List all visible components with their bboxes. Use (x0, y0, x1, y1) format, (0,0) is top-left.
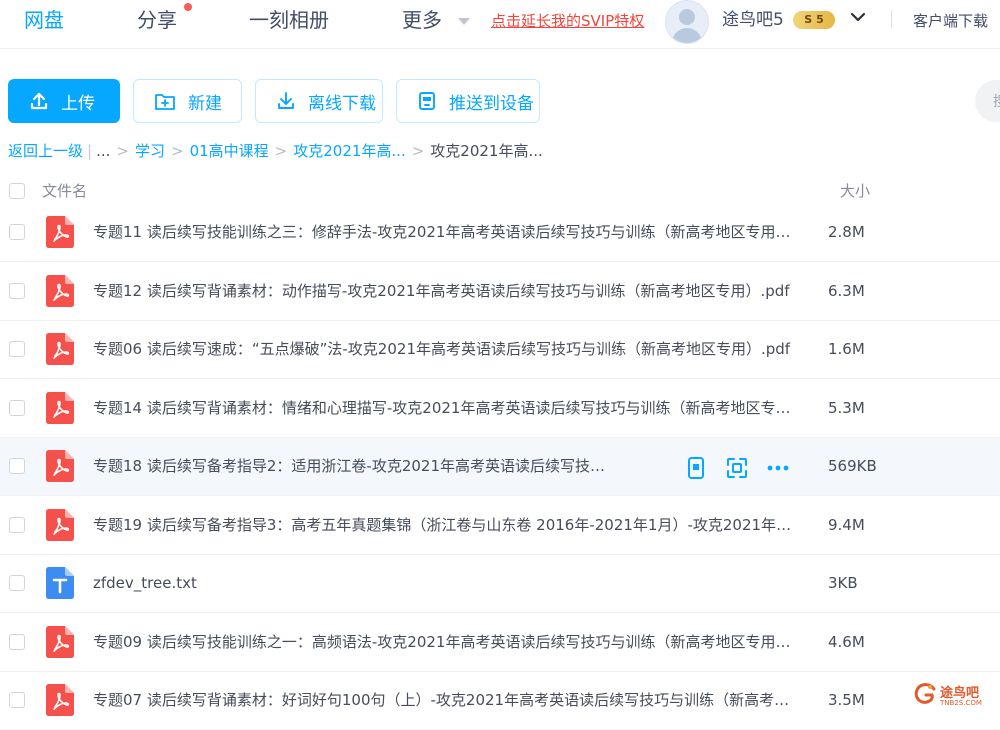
file-name[interactable]: zfdev_tree.txt (93, 573, 795, 593)
txt-file-icon (46, 567, 74, 599)
push-to-device-label: 推送到设备 (449, 93, 534, 114)
nav-divider (891, 10, 892, 28)
file-name[interactable]: 专题09 读后续写技能训练之一：高频语法-攻克2021年高考英语读后续写技巧与训… (93, 632, 795, 652)
notification-dot (184, 3, 192, 11)
file-size: 5.3M (828, 398, 865, 417)
file-name[interactable]: 专题11 读后续写技能训练之三：修辞手法-攻克2021年高考英语读后续写技巧与训… (93, 222, 795, 242)
row-checkbox[interactable] (9, 282, 25, 299)
vip-level-badge: S 5 (793, 11, 835, 29)
pdf-file-icon (46, 450, 74, 482)
file-size: 9.4M (828, 515, 865, 534)
file-size: 6.3M (828, 281, 865, 300)
breadcrumb-back[interactable]: 返回上一级 (8, 142, 83, 160)
file-name[interactable]: 专题19 读后续写备考指导3：高考五年真题集锦（浙江卷与山东卷 2016年-20… (93, 515, 795, 535)
file-row[interactable]: 专题11 读后续写技能训练之三：修辞手法-攻克2021年高考英语读后续写技巧与训… (0, 204, 1000, 262)
breadcrumb-item[interactable]: 攻克2021年高... (293, 142, 405, 160)
new-label: 新建 (188, 93, 222, 114)
nav-tab-netdisk[interactable]: 网盘 (24, 6, 64, 34)
avatar[interactable] (665, 0, 709, 44)
file-name[interactable]: 专题07 读后续写背诵素材：好词好句100句（上）-攻克2021年高考英语读后续… (93, 690, 795, 710)
offline-download-button[interactable]: 离线下载 (255, 79, 383, 123)
row-checkbox[interactable] (9, 399, 25, 416)
pdf-file-icon (46, 391, 74, 424)
breadcrumb-divider: | (87, 142, 93, 160)
pdf-file-icon (46, 684, 74, 716)
column-header-name[interactable]: 文件名 (42, 180, 87, 201)
breadcrumb: 返回上一级 |... > 学习 >01高中课程 > 攻克2021年高... > 攻克2021年高… (8, 140, 543, 162)
vip-s-icon: S (804, 13, 813, 26)
file-row[interactable]: 专题09 读后续写技能训练之一：高频语法-攻克2021年高考英语读后续写技巧与训… (0, 614, 1000, 672)
row-checkbox[interactable] (9, 575, 25, 591)
nav-tab-more[interactable]: 更多 (402, 6, 442, 34)
push-to-device-icon[interactable] (684, 456, 708, 480)
download-icon (278, 92, 294, 109)
row-checkbox[interactable] (9, 692, 25, 708)
breadcrumb-separator-icon: > (170, 142, 184, 160)
username[interactable]: 途鸟吧5 (722, 8, 784, 32)
file-row[interactable]: 专题14 读后续写背诵素材：情绪和心理描写-攻克2021年高考英语读后续写技巧与… (0, 380, 1000, 438)
breadcrumb-current: 攻克2021年高... (430, 142, 543, 160)
more-icon[interactable] (766, 456, 790, 480)
file-size: 3.5M (828, 691, 865, 709)
breadcrumb-separator-icon: > (411, 142, 425, 160)
breadcrumb-separator-icon: > (116, 142, 129, 160)
upload-icon (30, 92, 48, 110)
file-size: 4.6M (828, 632, 865, 651)
pdf-file-icon (46, 216, 74, 248)
offline-download-label: 离线下载 (308, 93, 376, 114)
file-name[interactable]: 专题14 读后续写背诵素材：情绪和心理描写-攻克2021年高考英语读后续写技巧与… (93, 398, 795, 418)
search-placeholder: 搜 (993, 91, 1000, 111)
file-name[interactable]: 专题12 读后续写背诵素材：动作描写-攻克2021年高考英语读后续写技巧与训练（… (93, 281, 795, 301)
device-icon (419, 92, 435, 110)
watermark-subtext: TNB2S.COM (940, 699, 982, 707)
watermark-logo-icon (914, 683, 936, 704)
pdf-file-icon (46, 508, 74, 541)
file-size: 1.6M (828, 340, 865, 358)
file-size: 569KB (828, 457, 877, 475)
file-size: 3KB (828, 574, 858, 592)
svip-renew-link[interactable]: 点击延长我的SVIP特权 (491, 11, 644, 31)
vip-level: 5 (816, 13, 824, 26)
chevron-down-icon[interactable] (849, 8, 867, 26)
share-icon[interactable] (725, 456, 749, 480)
upload-button[interactable]: 上传 (8, 79, 120, 123)
file-row[interactable]: 专题07 读后续写背诵素材：好词好句100句（上）-攻克2021年高考英语读后续… (0, 672, 1000, 730)
column-header-size[interactable]: 大小 (840, 180, 870, 201)
breadcrumb-ellipsis[interactable]: ... (96, 142, 110, 160)
select-all-checkbox[interactable] (9, 183, 25, 199)
nav-tab-album[interactable]: 一刻相册 (249, 6, 329, 34)
breadcrumb-item[interactable]: 01高中课程 (190, 142, 269, 160)
new-folder-button[interactable]: 新建 (133, 79, 242, 123)
site-watermark: 途鸟吧 TNB2S.COM (912, 678, 1000, 711)
top-nav: 网盘 分享 一刻相册 更多 点击延长我的SVIP特权 途鸟吧5 S 5 客户端下… (0, 0, 1000, 49)
file-row[interactable]: zfdev_tree.txt 3KB (0, 555, 1000, 613)
file-row[interactable]: 专题19 读后续写备考指导3：高考五年真题集锦（浙江卷与山东卷 2016年-20… (0, 497, 1000, 555)
pdf-file-icon (46, 274, 74, 307)
row-checkbox[interactable] (9, 341, 25, 357)
row-checkbox[interactable] (9, 633, 25, 650)
row-checkbox[interactable] (9, 224, 25, 240)
pdf-file-icon (46, 333, 74, 365)
file-row[interactable]: 专题12 读后续写背诵素材：动作描写-攻克2021年高考英语读后续写技巧与训练（… (0, 263, 1000, 321)
file-name[interactable]: 专题18 读后续写备考指导2：适用浙江卷-攻克2021年高考英语读后续写技巧与训… (93, 456, 618, 476)
file-row[interactable]: 专题06 读后续写速成：“五点爆破”法-攻克2021年高考英语读后续写技巧与训练… (0, 321, 1000, 379)
push-to-device-button[interactable]: 推送到设备 (396, 79, 540, 123)
new-folder-icon (155, 94, 175, 110)
breadcrumb-item[interactable]: 学习 (135, 142, 165, 160)
file-size: 2.8M (828, 223, 865, 241)
row-checkbox[interactable] (9, 458, 25, 474)
search-input[interactable]: 搜 (975, 80, 1000, 122)
breadcrumb-separator-icon: > (274, 142, 288, 160)
file-row[interactable]: 专题18 读后续写备考指导2：适用浙江卷-攻克2021年高考英语读后续写技巧与训… (0, 438, 1000, 496)
more-caret-icon[interactable] (458, 18, 470, 25)
row-checkbox[interactable] (9, 516, 25, 533)
nav-tab-share[interactable]: 分享 (137, 6, 177, 34)
upload-label: 上传 (61, 93, 95, 114)
pdf-file-icon (46, 625, 74, 658)
file-name[interactable]: 专题06 读后续写速成：“五点爆破”法-攻克2021年高考英语读后续写技巧与训练… (93, 339, 795, 359)
client-download-link[interactable]: 客户端下载 (913, 10, 988, 32)
